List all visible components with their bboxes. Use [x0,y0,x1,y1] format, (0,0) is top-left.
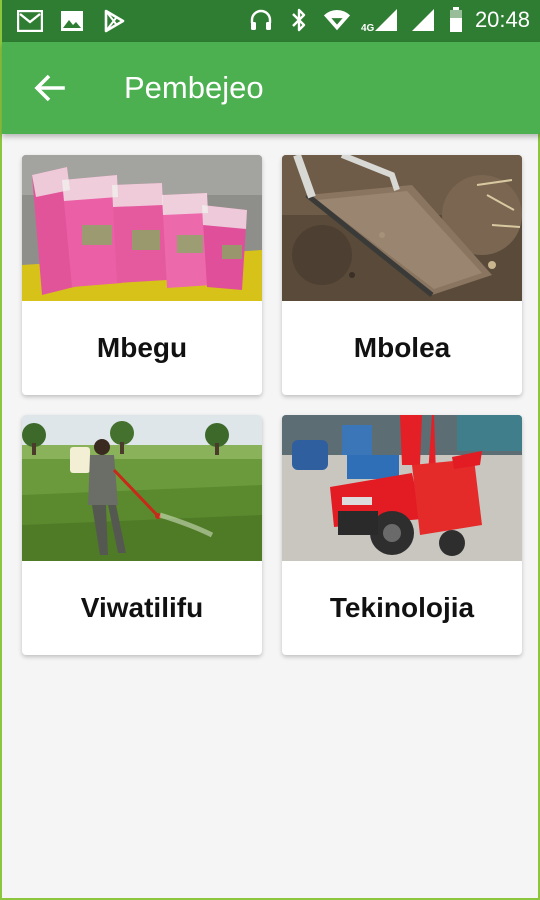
back-button[interactable] [28,68,72,112]
category-card-mbolea[interactable]: Mbolea [282,155,522,395]
wifi-icon [323,6,351,34]
status-bar: 4G 20:48 [2,0,540,42]
image-icon [58,7,86,35]
arrow-back-icon [34,73,66,108]
svg-text:4G: 4G [361,23,375,33]
red-machine-image [282,415,522,561]
category-label: Mbolea [353,332,451,363]
battery-icon [447,6,465,34]
gmail-icon [16,7,44,35]
category-label: Mbegu [96,332,188,363]
category-label: Viwatilifu [80,592,204,623]
status-time: 20:48 [474,7,530,32]
app-screen: 4G 20:48 Pembejeo Mbegu Mbolea Viwatilif… [0,0,540,900]
category-label: Tekinolojia [329,592,475,623]
signal-icon: 4G [361,6,399,34]
farmer-spraying-image [22,415,262,561]
category-card-mbegu[interactable]: Mbegu [22,155,262,395]
play-store-icon [100,7,128,35]
category-card-tekinolojia[interactable]: Tekinolojia [282,415,522,655]
signal-icon [409,6,437,34]
category-card-viwatilifu[interactable]: Viwatilifu [22,415,262,655]
headset-icon [247,6,275,34]
bluetooth-icon [285,6,313,34]
app-bar: Pembejeo [2,42,540,134]
soil-shovel-image [282,155,522,301]
page-title: Pembejeo [124,70,264,105]
seed-packets-image [22,155,262,301]
